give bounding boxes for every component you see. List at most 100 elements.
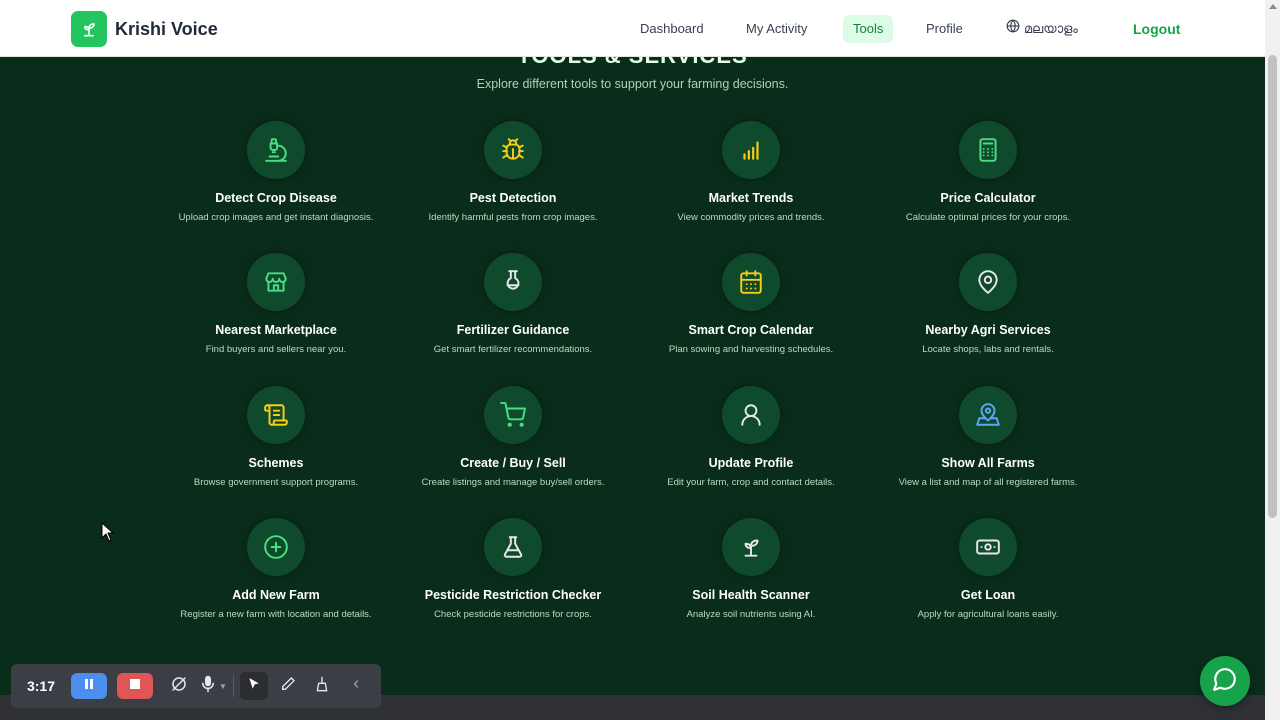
tool-desc: Check pesticide restrictions for crops. [434, 609, 592, 620]
pointer-icon [246, 676, 262, 697]
tools-section: TOOLS & SERVICES Explore different tools… [0, 57, 1265, 695]
tool-name: Pesticide Restriction Checker [424, 588, 602, 602]
page-scrollbar[interactable] [1265, 0, 1280, 720]
tool-name: Nearest Marketplace [215, 323, 337, 337]
nav-my-activity[interactable]: My Activity [736, 15, 817, 43]
flask-icon [484, 253, 542, 311]
pause-button[interactable] [71, 673, 107, 699]
tool-desc: Browse government support programs. [193, 477, 359, 488]
language-label: മലയാളം [1024, 21, 1078, 36]
tool-name: Market Trends [708, 191, 794, 205]
tool-name: Show All Farms [941, 456, 1035, 470]
tool-desc: Analyze soil nutrients using AI. [686, 609, 816, 620]
tool-nearby-agri-services[interactable]: Nearby Agri Services Locate shops, labs … [869, 253, 1107, 355]
tool-name: Schemes [248, 456, 304, 470]
tool-name: Get Loan [960, 588, 1016, 602]
stop-icon [129, 677, 141, 695]
calendar-icon [722, 253, 780, 311]
tool-desc: View commodity prices and trends. [677, 212, 825, 223]
tool-name: Price Calculator [940, 191, 1036, 205]
broom-icon [314, 676, 330, 697]
nav-dashboard[interactable]: Dashboard [630, 15, 714, 43]
tool-market-trends[interactable]: Market Trends View commodity prices and … [632, 121, 870, 223]
tool-add-new-farm[interactable]: Add New Farm Register a new farm with lo… [157, 518, 395, 620]
bar-chart-icon [722, 121, 780, 179]
tool-desc: Upload crop images and get instant diagn… [178, 212, 374, 223]
tool-name: Soil Health Scanner [692, 588, 810, 602]
tool-update-profile[interactable]: Update Profile Edit your farm, crop and … [632, 386, 870, 488]
scroll-thumb[interactable] [1268, 55, 1277, 518]
tool-name: Detect Crop Disease [215, 191, 337, 205]
section-title: TOOLS & SERVICES [0, 57, 1265, 69]
pen-tool-button[interactable] [274, 672, 302, 700]
microphone-button[interactable]: ▼ [199, 672, 227, 700]
store-icon [247, 253, 305, 311]
tool-show-all-farms[interactable]: Show All Farms View a list and map of al… [869, 386, 1107, 488]
map-marker-icon [959, 386, 1017, 444]
tool-price-calculator[interactable]: Price Calculator Calculate optimal price… [869, 121, 1107, 223]
scroll-icon [247, 386, 305, 444]
logout-link[interactable]: Logout [1123, 15, 1190, 43]
tool-name: Add New Farm [232, 588, 320, 602]
chat-bubble-icon [1212, 666, 1238, 697]
tool-pesticide-restriction-checker[interactable]: Pesticide Restriction Checker Check pest… [394, 518, 632, 620]
pause-icon [83, 677, 95, 695]
brand[interactable]: Krishi Voice [71, 11, 218, 47]
map-pin-icon [959, 253, 1017, 311]
tool-fertilizer-guidance[interactable]: Fertilizer Guidance Get smart fertilizer… [394, 253, 632, 355]
bug-icon [484, 121, 542, 179]
camera-off-button[interactable] [165, 672, 193, 700]
tool-name: Nearby Agri Services [925, 323, 1051, 337]
microscope-icon [247, 121, 305, 179]
top-navbar: Krishi Voice Dashboard My Activity Tools… [0, 0, 1265, 57]
tool-name: Smart Crop Calendar [688, 323, 814, 337]
tool-desc: Apply for agricultural loans easily. [917, 609, 1059, 620]
tool-desc: View a list and map of all registered fa… [898, 477, 1078, 488]
scroll-up-arrow-icon[interactable] [1269, 4, 1277, 9]
pointer-tool-button[interactable] [240, 672, 268, 700]
mouse-cursor-icon [101, 521, 115, 547]
tool-desc: Create listings and manage buy/sell orde… [421, 477, 605, 488]
tool-desc: Find buyers and sellers near you. [205, 344, 347, 355]
tool-smart-crop-calendar[interactable]: Smart Crop Calendar Plan sowing and harv… [632, 253, 870, 355]
tool-get-loan[interactable]: Get Loan Apply for agricultural loans ea… [869, 518, 1107, 620]
tool-desc: Locate shops, labs and rentals. [922, 344, 1054, 355]
eraser-tool-button[interactable] [308, 672, 336, 700]
tool-name: Fertilizer Guidance [456, 323, 570, 337]
beaker-icon [484, 518, 542, 576]
tool-desc: Edit your farm, crop and contact details… [667, 477, 835, 488]
tool-name: Update Profile [708, 456, 794, 470]
nav-tools[interactable]: Tools [843, 15, 894, 43]
section-subtitle: Explore different tools to support your … [476, 77, 789, 91]
tool-desc: Identify harmful pests from crop images. [428, 212, 598, 223]
tool-detect-crop-disease[interactable]: Detect Crop Disease Upload crop images a… [157, 121, 395, 223]
language-switcher[interactable]: മലയാളം [996, 15, 1088, 43]
tool-schemes[interactable]: Schemes Browse government support progra… [157, 386, 395, 488]
microphone-icon [199, 675, 217, 698]
banknote-icon [959, 518, 1017, 576]
toolbar-divider [233, 675, 234, 697]
chevron-left-icon [350, 677, 362, 695]
tool-create-buy-sell[interactable]: Create / Buy / Sell Create listings and … [394, 386, 632, 488]
plus-circle-icon [247, 518, 305, 576]
chevron-down-icon: ▼ [219, 681, 227, 691]
calculator-icon [959, 121, 1017, 179]
tool-desc: Register a new farm with location and de… [180, 609, 372, 620]
cart-icon [484, 386, 542, 444]
sprout-icon [722, 518, 780, 576]
stop-button[interactable] [117, 673, 153, 699]
recording-timer: 3:17 [26, 678, 56, 694]
tool-pest-detection[interactable]: Pest Detection Identify harmful pests fr… [394, 121, 632, 223]
tool-nearest-marketplace[interactable]: Nearest Marketplace Find buyers and sell… [157, 253, 395, 355]
tool-soil-health-scanner[interactable]: Soil Health Scanner Analyze soil nutrien… [632, 518, 870, 620]
brand-name: Krishi Voice [115, 18, 218, 39]
collapse-toolbar-button[interactable] [342, 672, 370, 700]
chat-button[interactable] [1200, 656, 1250, 706]
screen-recorder-toolbar: 3:17 ▼ [11, 664, 381, 708]
pen-icon [280, 676, 296, 697]
nav-profile[interactable]: Profile [916, 15, 973, 43]
user-icon [722, 386, 780, 444]
tool-name: Create / Buy / Sell [460, 456, 566, 470]
globe-icon [1006, 15, 1020, 43]
tool-desc: Plan sowing and harvesting schedules. [668, 344, 834, 355]
